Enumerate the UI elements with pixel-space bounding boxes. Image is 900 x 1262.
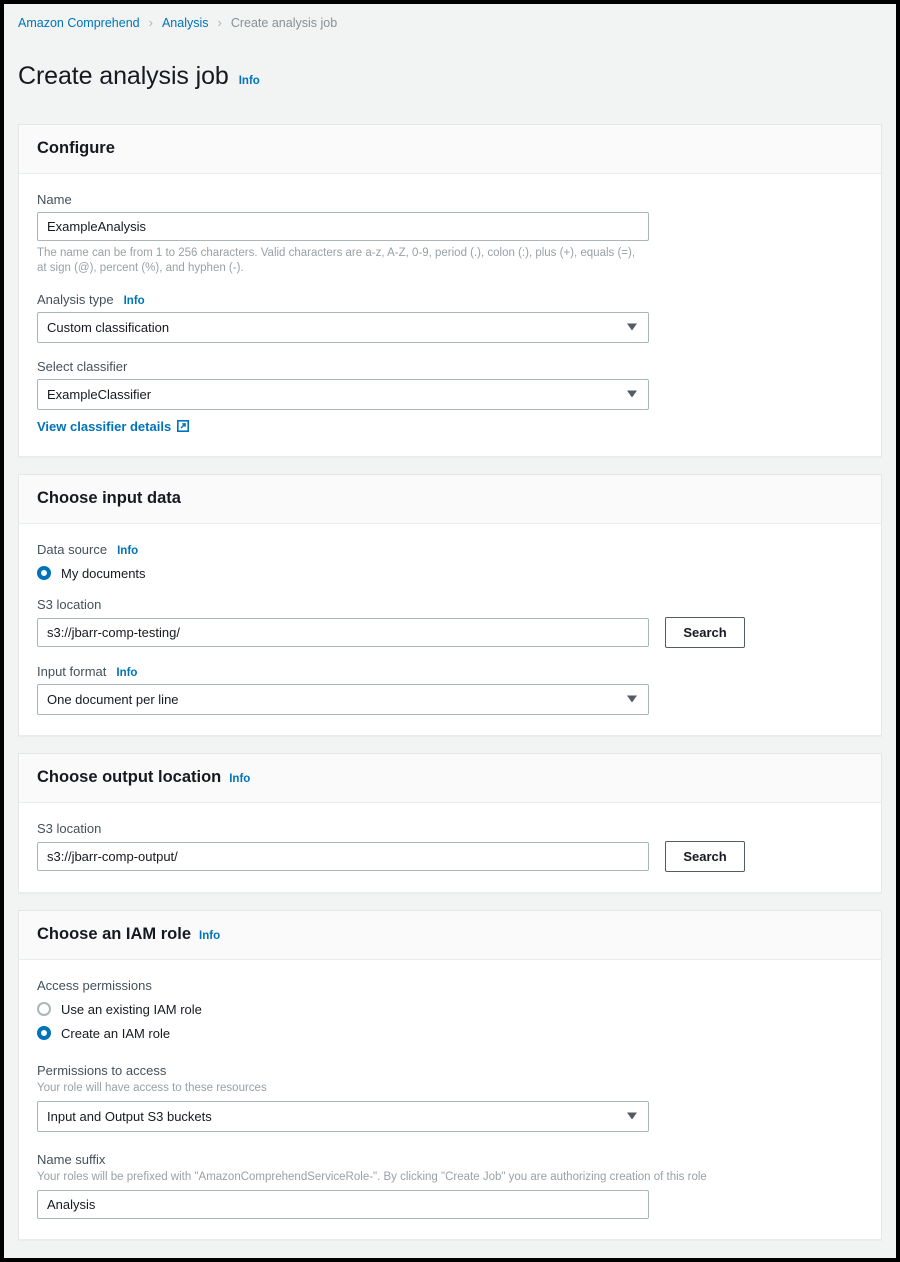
output-location-info-link[interactable]: Info	[229, 773, 250, 785]
input-format-select[interactable]: One document per line	[37, 684, 649, 715]
input-data-card-body: Data source Info My documents S3 locatio…	[19, 524, 881, 735]
access-permissions-field-group: Access permissions Use an existing IAM r…	[37, 978, 863, 1041]
data-source-field-group: Data source Info My documents	[37, 542, 863, 581]
output-location-card-body: S3 location Search	[19, 803, 881, 892]
input-s3-location-label: S3 location	[37, 597, 101, 612]
output-location-title: Choose output location	[37, 768, 221, 787]
configure-card: Configure Name The name can be from 1 to…	[18, 124, 882, 458]
name-suffix-field-group: Name suffix Your roles will be prefixed …	[37, 1152, 863, 1219]
radio-my-documents[interactable]: My documents	[37, 566, 863, 581]
output-s3-location-label: S3 location	[37, 821, 101, 836]
breadcrumb-item-create-analysis-job: Create analysis job	[231, 15, 337, 31]
name-suffix-input[interactable]	[37, 1190, 649, 1219]
output-s3-search-button[interactable]: Search	[665, 841, 745, 872]
name-input[interactable]	[37, 212, 649, 241]
configure-card-header: Configure	[19, 125, 881, 174]
input-data-card: Choose input data Data source Info My do…	[18, 474, 882, 737]
input-format-select-wrapper: One document per line	[37, 684, 649, 715]
page-title: Create analysis job	[18, 62, 229, 91]
form-actions: Cancel Create job	[4, 1257, 896, 1259]
output-s3-location-field-group: S3 location Search	[37, 821, 863, 872]
permissions-to-access-description: Your role will have access to these reso…	[37, 1081, 863, 1096]
radio-use-existing-iam-role[interactable]: Use an existing IAM role	[37, 1002, 863, 1017]
permissions-to-access-select[interactable]: Input and Output S3 buckets	[37, 1101, 649, 1132]
iam-role-card-header: Choose an IAM role Info	[19, 911, 881, 960]
select-classifier-select[interactable]: ExampleClassifier	[37, 379, 649, 410]
name-suffix-label: Name suffix	[37, 1152, 105, 1167]
radio-my-documents-indicator	[37, 566, 51, 580]
input-s3-location-input[interactable]	[37, 618, 649, 647]
select-classifier-field-group: Select classifier ExampleClassifier View…	[37, 359, 863, 436]
input-format-field-group: Input format Info One document per line	[37, 664, 863, 715]
analysis-type-info-link[interactable]: Info	[124, 295, 145, 307]
output-location-card: Choose output location Info S3 location …	[18, 753, 882, 894]
name-label: Name	[37, 192, 72, 207]
radio-create-iam-role-label: Create an IAM role	[61, 1026, 170, 1041]
permissions-to-access-field-group: Permissions to access Your role will hav…	[37, 1063, 863, 1132]
access-permissions-label: Access permissions	[37, 978, 152, 993]
permissions-to-access-select-wrapper: Input and Output S3 buckets	[37, 1101, 649, 1132]
output-s3-location-row: Search	[37, 841, 863, 872]
iam-role-info-link[interactable]: Info	[199, 930, 220, 942]
input-s3-search-button[interactable]: Search	[665, 617, 745, 648]
input-s3-location-field-group: S3 location Search	[37, 597, 863, 648]
breadcrumb: Amazon Comprehend › Analysis › Create an…	[4, 4, 896, 31]
view-classifier-details-link[interactable]: View classifier details	[37, 419, 189, 434]
page-root: Amazon Comprehend › Analysis › Create an…	[4, 4, 896, 1258]
configure-title: Configure	[37, 139, 115, 158]
permissions-to-access-label: Permissions to access	[37, 1063, 166, 1078]
input-format-label: Input format	[37, 664, 106, 679]
breadcrumb-separator-icon: ›	[149, 15, 153, 31]
analysis-type-select-wrapper: Custom classification	[37, 312, 649, 343]
name-field-group: Name The name can be from 1 to 256 chara…	[37, 192, 863, 276]
analysis-type-label: Analysis type	[37, 292, 114, 307]
radio-use-existing-iam-role-label: Use an existing IAM role	[61, 1002, 202, 1017]
data-source-label: Data source	[37, 542, 107, 557]
radio-use-existing-iam-role-indicator	[37, 1002, 51, 1016]
iam-role-card-body: Access permissions Use an existing IAM r…	[19, 960, 881, 1239]
name-help-text: The name can be from 1 to 256 characters…	[37, 246, 637, 276]
input-data-title: Choose input data	[37, 489, 181, 508]
analysis-type-field-group: Analysis type Info Custom classification	[37, 292, 863, 343]
radio-create-iam-role-indicator	[37, 1026, 51, 1040]
iam-role-title: Choose an IAM role	[37, 925, 191, 944]
output-location-card-header: Choose output location Info	[19, 754, 881, 803]
input-data-card-header: Choose input data	[19, 475, 881, 524]
configure-card-body: Name The name can be from 1 to 256 chara…	[19, 174, 881, 456]
radio-create-iam-role[interactable]: Create an IAM role	[37, 1026, 863, 1041]
iam-role-card: Choose an IAM role Info Access permissio…	[18, 910, 882, 1241]
select-classifier-wrapper: ExampleClassifier	[37, 379, 649, 410]
input-format-info-link[interactable]: Info	[116, 667, 137, 679]
name-suffix-description: Your roles will be prefixed with "Amazon…	[37, 1170, 863, 1185]
breadcrumb-item-amazon-comprehend[interactable]: Amazon Comprehend	[18, 15, 140, 31]
page-info-link[interactable]: Info	[239, 75, 260, 87]
output-s3-location-input[interactable]	[37, 842, 649, 871]
breadcrumb-separator-icon: ›	[218, 15, 222, 31]
breadcrumb-item-analysis[interactable]: Analysis	[162, 15, 209, 31]
external-link-icon	[177, 420, 189, 432]
radio-my-documents-label: My documents	[61, 566, 146, 581]
analysis-type-select[interactable]: Custom classification	[37, 312, 649, 343]
view-classifier-details-label: View classifier details	[37, 419, 171, 434]
select-classifier-label: Select classifier	[37, 359, 127, 374]
input-s3-location-row: Search	[37, 617, 863, 648]
page-header: Create analysis job Info	[4, 31, 896, 124]
data-source-info-link[interactable]: Info	[117, 545, 138, 557]
